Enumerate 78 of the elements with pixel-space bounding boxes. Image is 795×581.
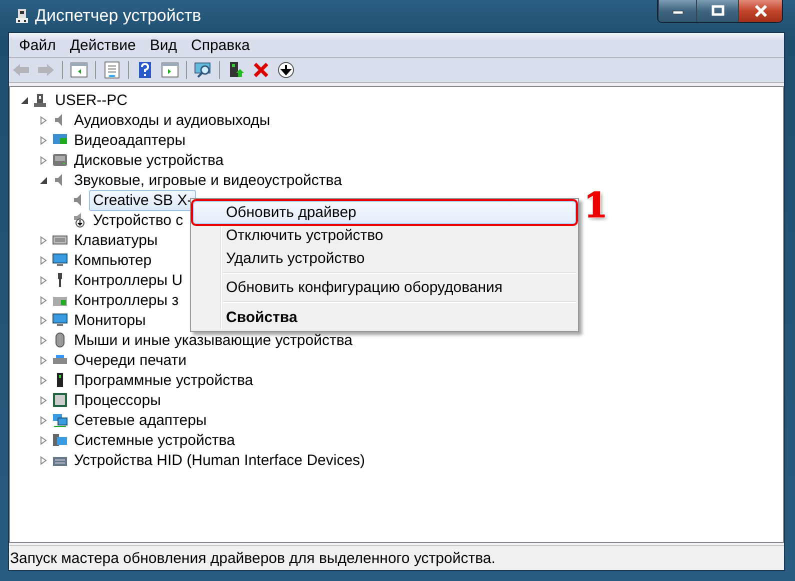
tree-item[interactable]: Системные устройства xyxy=(70,430,239,450)
expand-arrow-icon xyxy=(38,336,48,344)
tree-item[interactable]: Видеоадаптеры xyxy=(70,130,190,150)
status-text: Запуск мастера обновления драйверов для выделенного устройства. xyxy=(9,550,496,566)
tree-item[interactable]: Звуковые, игровые и видеоустройства xyxy=(70,170,346,190)
menu-item[interactable]: Свойства xyxy=(193,305,576,329)
tree-item[interactable]: Устройства HID (Human Interface Devices) xyxy=(70,450,370,470)
network-icon xyxy=(52,412,68,428)
expand-arrow-icon xyxy=(38,436,48,444)
monitor-magnifier-button[interactable] xyxy=(193,60,213,80)
tree-item[interactable]: Аудиовходы и аудиовыходы xyxy=(70,110,274,130)
back-arrow-icon xyxy=(12,61,30,79)
maximize-icon xyxy=(710,5,724,17)
tree-item[interactable]: Программные устройства xyxy=(70,370,258,390)
expand-arrow-icon xyxy=(38,256,48,264)
expand-arrow-icon xyxy=(38,276,48,284)
close-icon xyxy=(754,5,768,17)
expand-arrow-icon xyxy=(38,156,48,164)
window-title: Диспетчер устройств xyxy=(35,6,202,26)
tree-item[interactable]: Контроллеры U xyxy=(70,270,187,290)
tree-item[interactable]: Очереди печати xyxy=(70,350,191,370)
forward-arrow-icon xyxy=(37,61,55,79)
tree-item[interactable]: USER--PC xyxy=(51,90,132,110)
step-number: 1 xyxy=(584,189,608,223)
chip-icon xyxy=(52,392,68,408)
collapse-arrow-icon xyxy=(20,96,28,104)
tree-item[interactable]: Компьютер xyxy=(70,250,156,270)
expand-arrow-icon xyxy=(38,316,48,324)
expand-arrow-icon xyxy=(38,356,48,364)
device-manager-icon xyxy=(15,8,29,24)
tree-item[interactable]: Процессоры xyxy=(70,390,165,410)
document-icon xyxy=(103,61,121,79)
tree-item[interactable]: Дисковые устройства xyxy=(70,150,228,170)
menu-item[interactable]: Обновить конфигурацию оборудования xyxy=(193,276,576,299)
monitor-icon xyxy=(52,312,68,328)
window-pane-button[interactable] xyxy=(160,60,180,80)
menu-item[interactable]: Обновить драйвер xyxy=(193,201,576,224)
expand-arrow-icon xyxy=(38,136,48,144)
menu-item[interactable]: Удалить устройство xyxy=(193,247,576,270)
down-arrow-circle-icon xyxy=(277,61,295,79)
tree-item[interactable]: Клавиатуры xyxy=(70,230,162,250)
expand-arrow-icon xyxy=(38,236,48,244)
document-button[interactable] xyxy=(102,60,122,80)
minimize-button[interactable] xyxy=(658,0,696,22)
help-icon xyxy=(136,61,154,79)
disk-drive-icon xyxy=(52,152,68,168)
monitor-magnifier-icon xyxy=(194,61,212,79)
down-arrow-circle-button[interactable] xyxy=(276,60,296,80)
menu-item[interactable]: Вид xyxy=(142,34,184,56)
expand-arrow-icon xyxy=(38,376,48,384)
tree-item[interactable]: Сетевые адаптеры xyxy=(70,410,211,430)
menu-item[interactable]: Отключить устройство xyxy=(193,224,576,247)
delete-button[interactable] xyxy=(251,60,271,80)
tree-item[interactable]: Мыши и иные указывающие устройства xyxy=(70,330,356,350)
system-icon xyxy=(52,432,68,448)
computer-icon xyxy=(33,92,49,108)
tree-item[interactable]: Устройство с xyxy=(89,210,188,230)
menu-item[interactable]: Действие xyxy=(62,34,143,56)
tree-item[interactable]: Мониторы xyxy=(70,310,150,330)
expand-arrow-icon xyxy=(38,416,48,424)
tree-item[interactable]: Creative SB X- xyxy=(89,190,196,210)
speaker-download-icon xyxy=(71,212,87,228)
collapse-arrow-icon xyxy=(38,176,48,184)
expand-arrow-icon xyxy=(38,296,48,304)
menu-item[interactable]: Файл xyxy=(12,34,63,56)
close-button[interactable] xyxy=(738,0,782,22)
expand-arrow-icon xyxy=(38,456,48,464)
device-arrow-icon xyxy=(227,61,245,79)
monitor-icon xyxy=(52,252,68,268)
expand-arrow-icon xyxy=(38,116,48,124)
menu-item[interactable]: Справка xyxy=(184,34,257,56)
window-pane-icon xyxy=(161,61,179,79)
window-pane-icon xyxy=(70,61,88,79)
expand-arrow-icon xyxy=(38,396,48,404)
delete-icon xyxy=(252,61,270,79)
window-pane-button[interactable] xyxy=(69,60,89,80)
tree-item[interactable]: Контроллеры з xyxy=(70,290,183,310)
maximize-button[interactable] xyxy=(696,0,738,22)
